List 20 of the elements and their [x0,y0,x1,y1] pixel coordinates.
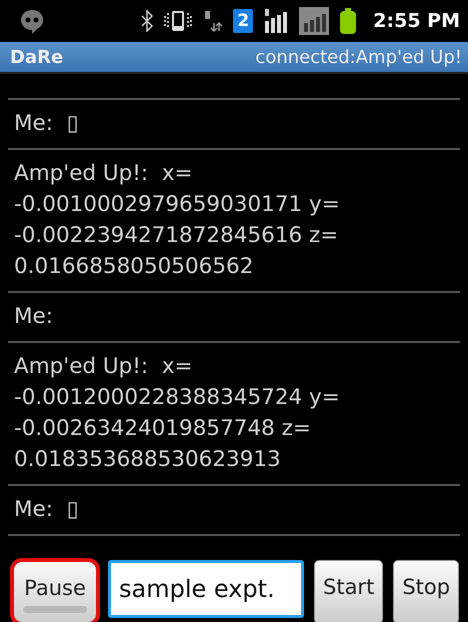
action-button[interactable]: Stop [393,560,460,622]
signal-icon [299,7,330,35]
message-text: Me: ▯ [14,110,80,138]
chat-icon [18,7,46,35]
message-text: Me: [14,303,54,331]
clock-time: 2:55 PM [373,10,460,32]
input-field[interactable]: sample expt. [108,560,304,618]
data-arrows-icon [203,9,224,33]
message-text: Me: ▯ [14,496,80,524]
signal-icon [263,7,290,35]
app-title: DaRe [10,46,64,68]
sim-badge: 2 [233,9,254,33]
action-button[interactable]: Start [314,560,384,622]
message-text: Amp'ed Up!: x= -0.0012000228388345724 y= -0.00263424019857748 z= 0.018353688530623913 [14,353,341,474]
connection-status: connected:Amp'ed Up! [255,46,462,68]
pause-toggle-button[interactable]: Pause [12,560,98,622]
bluetooth-icon [141,10,154,32]
battery-icon [339,7,358,35]
vibrate-icon [163,9,194,33]
message-text: Amp'ed Up!: x= -0.0010002979659030171 y= -0.0022394271872845616 z= 0.0166858050506562 [14,160,341,281]
